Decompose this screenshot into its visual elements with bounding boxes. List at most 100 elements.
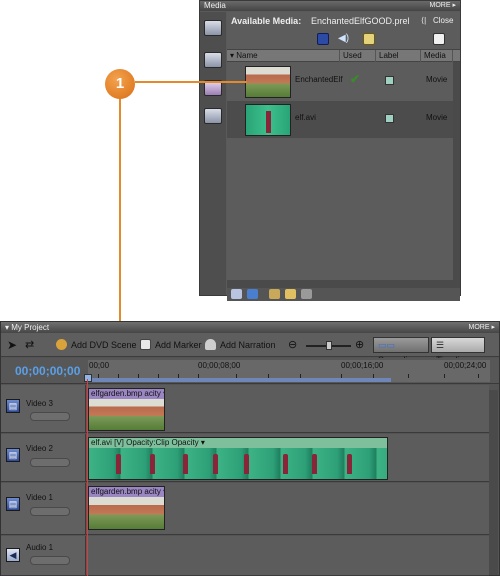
clip-elfgarden-v3[interactable]: elfgarden.bmp acity ▾ [88, 388, 165, 431]
ruler-tick [478, 374, 479, 378]
clip-elf-avi-v2[interactable]: elf.avi [V] Opacity:Clip Opacity ▾ [88, 437, 388, 480]
media-panel-title: Media [204, 1, 226, 10]
audio-filter-icon[interactable]: ◀) [338, 33, 350, 45]
media-horizontal-scrollbar[interactable] [227, 280, 460, 288]
new-item-icon[interactable] [433, 33, 445, 45]
callout-number: 1 [105, 69, 135, 99]
current-timecode[interactable]: 00;00;00;00 [15, 364, 80, 378]
callout-leader-horizontal [135, 81, 247, 83]
media-row-enchantedelf[interactable]: EnchantedElf ✔ Movie [227, 63, 453, 100]
media-toolbar: ◀) [227, 30, 460, 48]
track-name: Audio 1 [26, 543, 54, 552]
track-header: ▤ Video 1 [1, 483, 86, 534]
media-vertical-scrollbar[interactable] [453, 62, 460, 280]
add-narration-button[interactable]: Add Narration [205, 338, 276, 352]
elf-figure [347, 454, 352, 474]
media-thumbnail [245, 104, 291, 136]
media-more-button[interactable]: MORE ▸ [430, 1, 456, 11]
track-name: Video 2 [26, 444, 53, 453]
project-panel: ▾ My Project MORE ▸ ➤ ⇄ Add DVD Scene Ad… [0, 321, 500, 576]
column-label[interactable]: Label [376, 50, 421, 62]
elf-figure [213, 454, 218, 474]
project-more-button[interactable]: MORE ▸ [469, 322, 495, 333]
media-type: Movie [426, 75, 448, 84]
timeline-toggle[interactable]: ☰ Timeline [431, 337, 485, 365]
playhead-handle[interactable] [84, 374, 92, 382]
timeline-vertical-scrollbar[interactable] [489, 390, 498, 575]
media-bottom-toolbar [227, 288, 460, 301]
video-track-icon[interactable]: ▤ [6, 448, 20, 462]
zoom-out-icon[interactable]: ⊖ [288, 338, 297, 352]
column-media-type[interactable]: Media [421, 50, 453, 62]
keyframe-controls[interactable] [30, 412, 70, 421]
add-dvd-scene-button[interactable]: Add DVD Scene [56, 338, 137, 352]
timeline-icon: ☰ [436, 340, 445, 350]
list-view-icon[interactable] [231, 289, 242, 299]
zoom-slider-handle[interactable] [326, 341, 332, 350]
trash-icon[interactable] [301, 289, 312, 299]
zoom-slider[interactable] [306, 341, 351, 350]
titles-icon[interactable] [204, 108, 222, 124]
sceneline-icon: ▭▭ [378, 340, 396, 350]
keyframe-controls[interactable] [30, 458, 70, 467]
ruler-tick [408, 374, 409, 378]
ruler-label: 00;00 [89, 361, 110, 370]
video-filter-icon[interactable] [317, 33, 329, 45]
clip-elfgarden-v1[interactable]: elfgarden.bmp acity ▾ [88, 486, 165, 530]
track-video-2: ▤ Video 2 elf.avi [V] Opacity:Clip Opaci… [1, 434, 489, 482]
video-track-icon[interactable]: ▤ [6, 497, 20, 511]
elf-figure [283, 454, 288, 474]
ruler-label: 00;00;08;00 [198, 361, 241, 370]
track-audio-1: ◀ Audio 1 [1, 536, 489, 576]
film-reel-icon[interactable] [204, 20, 222, 36]
clip-title: elfgarden.bmp acity ▾ [91, 487, 165, 496]
keyframe-controls[interactable] [30, 556, 70, 565]
time-ruler[interactable]: 00;00 00;00;08;00 00;00;16;00 00;00;24;0… [84, 360, 490, 382]
track-header: ◀ Audio 1 [1, 536, 86, 575]
track-header: ▤ Video 3 [1, 385, 86, 432]
ripple-tool-icon[interactable]: ⇄ [25, 338, 34, 352]
media-panel: Media MORE ▸ Available Media: EnchantedE… [199, 0, 461, 301]
sceneline-toggle[interactable]: ▭▭ Sceneline [373, 337, 429, 365]
elf-figure [244, 454, 249, 474]
playhead-line[interactable] [87, 379, 88, 576]
microphone-icon [205, 339, 216, 350]
column-used[interactable]: Used [340, 50, 376, 62]
media-name: EnchantedElf [295, 75, 343, 84]
new-folder-icon[interactable] [285, 289, 296, 299]
label-swatch[interactable] [385, 76, 394, 85]
close-icon[interactable]: ⟨| [421, 12, 426, 30]
media-thumbnail [245, 66, 291, 98]
column-name[interactable]: ▾ Name [227, 50, 340, 62]
used-check-icon: ✔ [350, 72, 361, 86]
media-row-elf-avi[interactable]: elf.avi Movie [227, 101, 453, 138]
image-filter-icon[interactable] [363, 33, 375, 45]
keyframe-controls[interactable] [30, 507, 70, 516]
clip-title: elfgarden.bmp acity ▾ [91, 389, 165, 398]
media-type: Movie [426, 113, 448, 122]
project-title: ▾ My Project [5, 323, 50, 332]
label-swatch[interactable] [385, 114, 394, 123]
media-titlebar: Media MORE ▸ [200, 1, 460, 11]
media-name: elf.avi [295, 113, 316, 122]
media-header: Available Media: EnchantedElfGOOD.prel ⟨… [227, 12, 460, 30]
track-name: Video 1 [26, 493, 53, 502]
folder-icon[interactable] [269, 289, 280, 299]
selection-tool-icon[interactable]: ➤ [7, 338, 17, 352]
ruler-label: 00;00;16;00 [341, 361, 384, 370]
close-button[interactable]: Close [433, 12, 453, 30]
speaker-icon[interactable]: ◀ [6, 548, 20, 562]
work-area-bar[interactable] [88, 378, 391, 382]
add-marker-button[interactable]: Add Marker [140, 338, 202, 352]
timecode-ruler-row: 00;00;00;00 00;00 00;00;08;00 00;00;16;0… [1, 358, 499, 384]
clip-title: elf.avi [V] Opacity:Clip Opacity ▾ [91, 438, 205, 447]
project-file-name: EnchantedElfGOOD.prel [311, 16, 410, 26]
zoom-in-icon[interactable]: ⊕ [355, 338, 364, 352]
movie-clapper-icon[interactable] [204, 52, 222, 68]
dvd-scene-icon [56, 339, 67, 350]
media-content: Available Media: EnchantedElfGOOD.prel ⟨… [227, 12, 460, 301]
clip-thumbnails [89, 399, 164, 430]
video-track-icon[interactable]: ▤ [6, 399, 20, 413]
media-side-toolbar [200, 12, 226, 295]
icon-view-icon[interactable] [247, 289, 258, 299]
